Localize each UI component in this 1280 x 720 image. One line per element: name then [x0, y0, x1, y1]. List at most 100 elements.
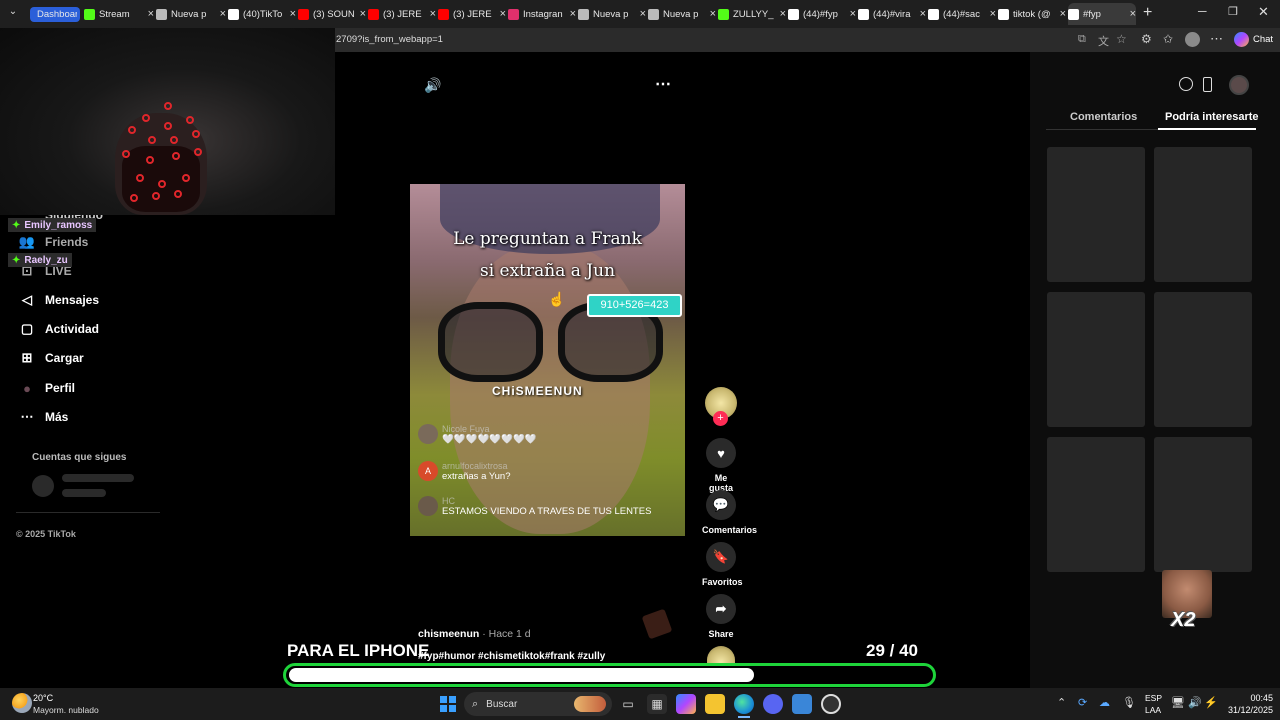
- task-view-icon[interactable]: ▭: [618, 694, 638, 714]
- tray-mic-icon[interactable]: 🎙: [1122, 696, 1136, 709]
- favorites-bar-icon[interactable]: ✩: [1163, 32, 1173, 46]
- clock-time[interactable]: 00:45: [1229, 693, 1273, 703]
- copilot-icon[interactable]: [1234, 32, 1249, 47]
- bookmark-icon[interactable]: 🔖: [706, 542, 736, 572]
- tab-close-icon[interactable]: ×: [850, 8, 856, 20]
- close-window-icon[interactable]: ✕: [1258, 4, 1269, 20]
- obs-icon[interactable]: [821, 694, 841, 714]
- tab-1[interactable]: Dashboard: [30, 7, 80, 22]
- tab-10[interactable]: Nueva p ×: [648, 3, 716, 25]
- tab-2[interactable]: Stream ×: [84, 3, 154, 25]
- tray-chevron-icon[interactable]: ⌃: [1057, 696, 1066, 709]
- tab-3[interactable]: Nueva p ×: [156, 3, 226, 25]
- tab-12[interactable]: (44)#fyp ×: [788, 3, 856, 25]
- tab-close-icon[interactable]: ×: [220, 8, 226, 20]
- sidebar-item-friends[interactable]: 👥 Friends: [18, 233, 88, 251]
- sidebar-item-more[interactable]: ⋯ Más: [18, 408, 69, 426]
- tab-close-icon[interactable]: ×: [500, 8, 506, 20]
- tab-13[interactable]: (44)#vira ×: [858, 3, 926, 25]
- tab-5[interactable]: (3) SOUN ×: [298, 3, 366, 25]
- discord-icon[interactable]: [763, 694, 783, 714]
- network-icon[interactable]: 🖥: [1171, 696, 1185, 709]
- sidebar-item-activity[interactable]: ▢ Actividad: [18, 320, 99, 338]
- suggestion-thumb-4[interactable]: [1154, 292, 1252, 427]
- extensions-icon[interactable]: ⚙: [1141, 32, 1152, 46]
- hashtags[interactable]: #fyp#humor #chismetiktok#frank #zully: [418, 651, 605, 662]
- tab-7[interactable]: (3) JERE ×: [438, 3, 506, 25]
- favorite-star-icon[interactable]: ☆: [1116, 32, 1127, 46]
- user-avatar-small[interactable]: [1229, 75, 1249, 95]
- suggestion-thumb-5[interactable]: [1047, 437, 1145, 572]
- tab-comments[interactable]: Comentarios: [1070, 111, 1137, 123]
- maximize-icon[interactable]: ❐: [1228, 5, 1238, 18]
- sidebar-item-messages[interactable]: ◁ Mensajes: [18, 291, 99, 309]
- weather-temp[interactable]: 20°C: [33, 693, 53, 703]
- tab-close-icon[interactable]: ×: [640, 8, 646, 20]
- minimize-icon[interactable]: ─: [1198, 4, 1207, 18]
- suggestion-thumb-1[interactable]: [1047, 147, 1145, 282]
- tab-15[interactable]: tiktok (@ ×: [998, 3, 1066, 25]
- tab-9[interactable]: Nueva p ×: [578, 3, 646, 25]
- address-url[interactable]: 2709?is_from_webapp=1: [336, 34, 443, 45]
- tab-close-icon[interactable]: ×: [920, 8, 926, 20]
- device-icon[interactable]: [1203, 77, 1212, 92]
- weather-icon[interactable]: [12, 693, 32, 713]
- browser-menu-icon[interactable]: ⋯: [1210, 31, 1223, 47]
- edge-icon[interactable]: [734, 694, 754, 714]
- follow-plus-icon[interactable]: +: [713, 411, 728, 426]
- tab-close-icon[interactable]: ×: [430, 8, 436, 20]
- tab-6[interactable]: (3) JERE ×: [368, 3, 436, 25]
- tab-close-icon[interactable]: ×: [360, 8, 366, 20]
- taskbar-search[interactable]: ⌕ Buscar: [464, 692, 612, 716]
- profile-avatar-icon[interactable]: [1185, 32, 1200, 47]
- translate-icon[interactable]: 文: [1098, 33, 1109, 49]
- tab-close-icon[interactable]: ×: [780, 8, 786, 20]
- tab-close-icon[interactable]: ×: [990, 8, 996, 20]
- clock-date[interactable]: 31/12/2025: [1217, 705, 1273, 715]
- store-icon[interactable]: ▦: [647, 694, 667, 714]
- copilot-app-icon[interactable]: [676, 694, 696, 714]
- tab-14[interactable]: (44)#sac ×: [928, 3, 996, 25]
- chat-button[interactable]: Chat: [1253, 34, 1273, 45]
- tab-interest[interactable]: Podría interesarte: [1165, 111, 1259, 123]
- sidebar-item-upload[interactable]: ⊞ Cargar: [18, 349, 84, 367]
- address-bar[interactable]: 2709?is_from_webapp=1 ⧉ 文 ☆ ⚙ ✩ ⋯ Chat: [335, 28, 1280, 52]
- share-icon[interactable]: ➦: [706, 594, 736, 624]
- suggestion-thumb-6[interactable]: [1154, 437, 1252, 572]
- favorites-button[interactable]: 🔖 Favoritos: [702, 542, 743, 587]
- tray-sync-icon[interactable]: ⟳: [1078, 696, 1087, 709]
- share-button[interactable]: ➦ Share: [702, 594, 740, 639]
- comments-button[interactable]: 💬 Comentarios: [702, 490, 757, 535]
- volume-icon[interactable]: 🔊: [424, 77, 441, 94]
- tab-11[interactable]: ZULLYY_ ×: [718, 3, 786, 25]
- comment-icon[interactable]: 💬: [706, 490, 736, 520]
- region-code[interactable]: LAA: [1145, 705, 1161, 715]
- tab-8[interactable]: Instagran ×: [508, 3, 576, 25]
- new-tab-icon[interactable]: +: [1143, 4, 1152, 22]
- tab-close-icon[interactable]: ×: [1130, 8, 1136, 20]
- volume-tray-icon[interactable]: 🔊: [1188, 696, 1202, 709]
- suggestion-thumb-3[interactable]: [1047, 292, 1145, 427]
- open-external-icon[interactable]: ⧉: [1078, 33, 1086, 46]
- author-name[interactable]: chismeenun: [418, 628, 479, 640]
- tab-list-icon[interactable]: ⌄: [6, 6, 20, 20]
- video-more-icon[interactable]: ⋯: [655, 74, 671, 94]
- like-button[interactable]: ♥ Me gusta: [702, 438, 740, 493]
- tab-close-icon[interactable]: ×: [148, 8, 154, 20]
- tray-onedrive-icon[interactable]: ☁: [1099, 696, 1110, 709]
- tab-close-icon[interactable]: ×: [1060, 8, 1066, 20]
- tab-4[interactable]: (40)TikTo ×: [228, 3, 296, 25]
- suggestion-thumb-2[interactable]: [1154, 147, 1252, 282]
- tab-close-icon[interactable]: ×: [570, 8, 576, 20]
- sidebar-item-profile[interactable]: ● Perfil: [18, 379, 75, 397]
- weather-desc[interactable]: Mayorm. nublado: [33, 705, 99, 715]
- battery-icon[interactable]: ⚡: [1204, 696, 1218, 709]
- photo-editor-icon[interactable]: [792, 694, 812, 714]
- video-player[interactable]: Le preguntan a Frank si extraña a Jun 91…: [410, 184, 685, 536]
- tab-16[interactable]: #fyp ×: [1068, 3, 1136, 25]
- heart-icon[interactable]: ♥: [706, 438, 736, 468]
- file-explorer-icon[interactable]: [705, 694, 725, 714]
- compass-icon[interactable]: [1179, 77, 1193, 91]
- tab-close-icon[interactable]: ×: [710, 8, 716, 20]
- windows-start-icon[interactable]: [440, 696, 456, 712]
